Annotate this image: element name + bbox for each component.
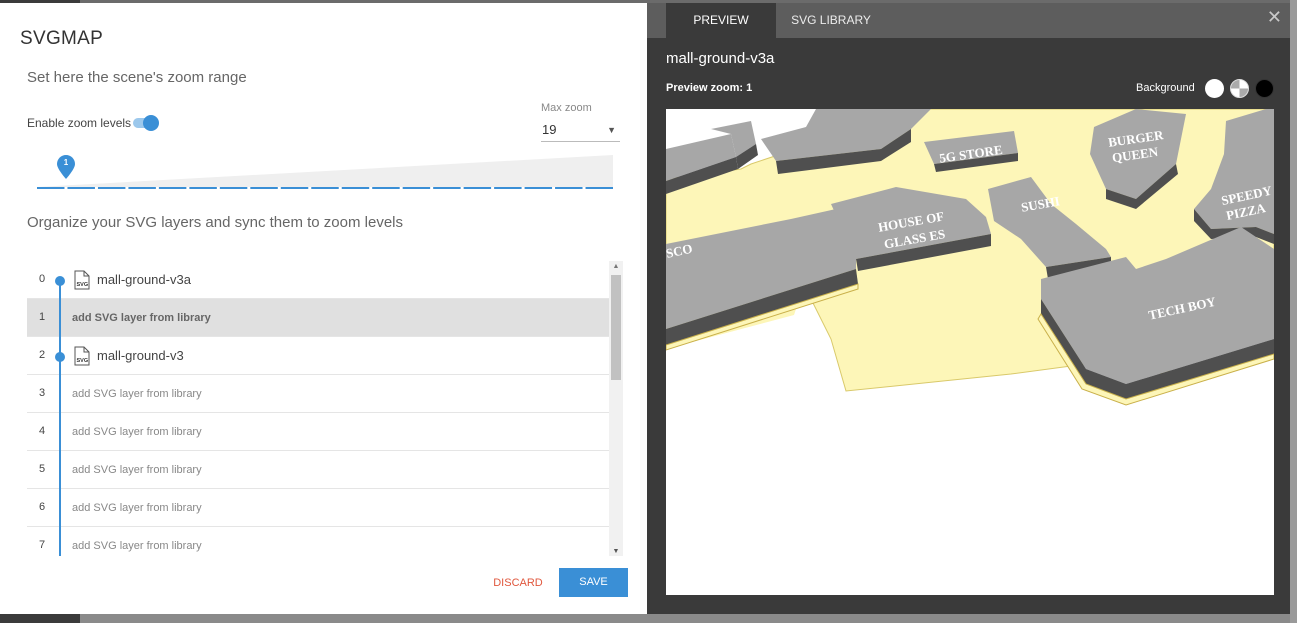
zoom-level-segment[interactable]: [67, 187, 95, 189]
zoom-level-segment[interactable]: [402, 187, 431, 189]
svg-file-icon-text: SVG: [77, 282, 89, 288]
layer-row[interactable]: 5 add SVG layer from library: [27, 451, 609, 489]
app-title: SVGMAP: [20, 28, 104, 49]
zoom-level-marker[interactable]: 1: [57, 155, 75, 181]
mall-floor-map: 5G STORE BURGER QUEEN SPEEDY PIZZA HOUSE…: [666, 109, 1274, 406]
layer-dot-icon: [55, 276, 65, 286]
layer-list-scrollbar[interactable]: ▲ ▼: [609, 261, 623, 556]
app-backdrop-edge: [1290, 0, 1297, 623]
layer-row[interactable]: 4 add SVG layer from library: [27, 413, 609, 451]
tab-bar: PREVIEW SVG LIBRARY ✕: [647, 3, 1290, 38]
layer-index: 6: [38, 501, 46, 513]
background-white-option[interactable]: [1205, 79, 1224, 98]
zoom-level-value: 1: [63, 158, 69, 167]
layer-timeline: [59, 413, 61, 451]
enable-zoom-label: Enable zoom levels: [27, 116, 132, 130]
layer-index: 4: [38, 425, 46, 437]
layer-name: mall-ground-v3a: [97, 272, 191, 287]
zoom-level-segment[interactable]: [158, 187, 187, 189]
zoom-level-segment[interactable]: [219, 187, 248, 189]
add-layer-link[interactable]: add SVG layer from library: [72, 426, 202, 438]
layer-timeline: [59, 527, 61, 556]
layer-index: 7: [38, 539, 46, 551]
svg-file-icon: SVG: [73, 270, 91, 290]
scroll-up-icon[interactable]: ▲: [609, 263, 623, 270]
zoom-level-segment[interactable]: [433, 187, 461, 189]
layer-row[interactable]: 2 SVG mall-ground-v3: [27, 337, 609, 375]
zoom-level-segment[interactable]: [494, 187, 522, 189]
max-zoom-label: Max zoom: [541, 102, 592, 114]
layer-index: 2: [38, 349, 46, 361]
zoom-level-segment[interactable]: [372, 187, 400, 189]
zoom-level-segment[interactable]: [97, 187, 126, 189]
discard-button[interactable]: DISCARD: [488, 569, 548, 597]
layer-row[interactable]: 0 SVG mall-ground-v3a: [27, 261, 609, 299]
layer-index: 5: [38, 463, 46, 475]
zoom-level-segment[interactable]: [250, 187, 278, 189]
add-layer-link[interactable]: add SVG layer from library: [72, 312, 211, 324]
zoom-level-segment[interactable]: [128, 187, 156, 189]
max-zoom-value: 19: [542, 122, 557, 137]
background-black-option[interactable]: [1255, 79, 1274, 98]
layer-index: 3: [38, 387, 46, 399]
zoom-level-segment[interactable]: [280, 187, 309, 189]
add-layer-link[interactable]: add SVG layer from library: [72, 464, 202, 476]
toggle-thumb: [143, 115, 159, 131]
layer-row[interactable]: 7 add SVG layer from library: [27, 527, 609, 556]
map-preview-canvas[interactable]: 5G STORE BURGER QUEEN SPEEDY PIZZA HOUSE…: [666, 109, 1274, 595]
zoom-level-segment[interactable]: [311, 187, 339, 189]
background-transparent-option[interactable]: [1230, 79, 1249, 98]
tab-svg-library[interactable]: SVG LIBRARY: [776, 3, 886, 38]
layer-row[interactable]: 3 add SVG layer from library: [27, 375, 609, 413]
add-layer-link[interactable]: add SVG layer from library: [72, 540, 202, 552]
tab-preview[interactable]: PREVIEW: [666, 3, 776, 38]
enable-zoom-toggle[interactable]: [131, 115, 159, 131]
layer-dot-icon: [55, 352, 65, 362]
add-layer-link[interactable]: add SVG layer from library: [72, 388, 202, 400]
zoom-level-segment[interactable]: [463, 187, 492, 189]
zoom-level-segment[interactable]: [585, 187, 613, 189]
zoom-range-slider[interactable]: 1: [37, 153, 614, 193]
preview-panel: PREVIEW SVG LIBRARY ✕ mall-ground-v3a Pr…: [647, 3, 1290, 614]
layer-settings-panel: SVGMAP Set here the scene's zoom range E…: [0, 3, 647, 614]
zoom-level-segment[interactable]: [555, 187, 583, 189]
preview-zoom-label: Preview zoom: 1: [666, 82, 753, 94]
svg-file-icon-text: SVG: [77, 358, 89, 364]
zoom-level-segment[interactable]: [189, 187, 217, 189]
zoom-range-wedge: [37, 155, 613, 189]
layer-timeline: [59, 375, 61, 413]
scroll-down-icon[interactable]: ▼: [609, 548, 623, 555]
layers-heading: Organize your SVG layers and sync them t…: [27, 214, 403, 231]
layer-index: 0: [38, 273, 46, 285]
layer-timeline: [59, 299, 61, 337]
layer-index: 1: [38, 311, 46, 323]
zoom-level-segment[interactable]: [341, 187, 370, 189]
zoom-level-segment[interactable]: [37, 187, 65, 189]
layer-row[interactable]: 6 add SVG layer from library: [27, 489, 609, 527]
max-zoom-select[interactable]: 19 ▼: [541, 120, 620, 142]
add-layer-link[interactable]: add SVG layer from library: [72, 502, 202, 514]
layer-timeline: [59, 451, 61, 489]
close-icon[interactable]: ✕: [1267, 7, 1282, 28]
background-label: Background: [1136, 82, 1195, 94]
layer-list: 0 SVG mall-ground-v3a 1 add SVG layer from l…: [27, 261, 623, 556]
layer-name: mall-ground-v3: [97, 348, 184, 363]
scroll-thumb[interactable]: [611, 275, 621, 380]
save-button[interactable]: SAVE: [559, 568, 628, 597]
layer-row[interactable]: 1 add SVG layer from library: [27, 299, 609, 337]
layer-timeline: [59, 489, 61, 527]
zoom-level-segment[interactable]: [524, 187, 553, 189]
preview-title: mall-ground-v3a: [666, 50, 775, 67]
chevron-down-icon: ▼: [607, 125, 616, 135]
svg-file-icon: SVG: [73, 346, 91, 366]
zoom-range-heading: Set here the scene's zoom range: [27, 69, 247, 86]
